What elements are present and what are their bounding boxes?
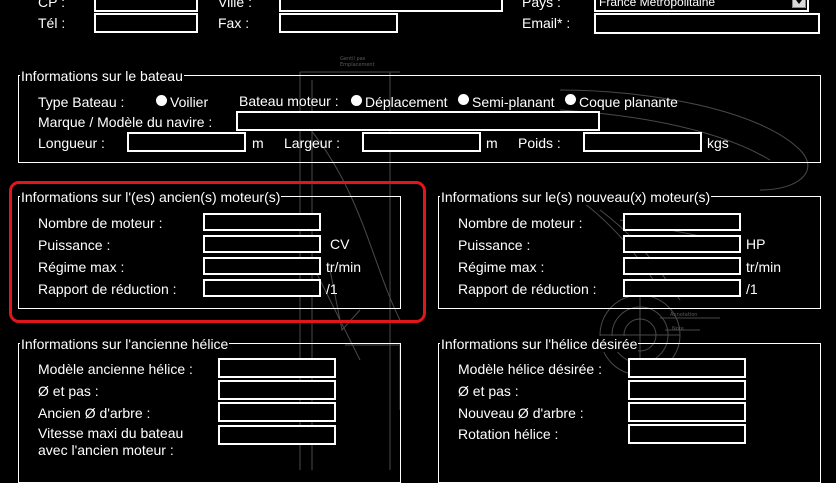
ancien-rapport-input[interactable]	[203, 279, 321, 297]
marque-label: Marque / Modèle du navire :	[38, 114, 213, 130]
ancien-regime-unit: tr/min	[326, 259, 361, 275]
tel-input[interactable]	[94, 13, 198, 33]
pays-select-value: France Métropolitaine	[599, 0, 716, 9]
fax-input[interactable]	[279, 13, 398, 33]
ancien-rapport-label: Rapport de réduction :	[38, 281, 177, 297]
pays-label: Pays :	[522, 0, 561, 10]
ancienne-helice-legend: Informations sur l'ancienne hélice	[20, 336, 230, 352]
nouveau-regime-label: Régime max :	[458, 259, 545, 275]
poids-input[interactable]	[583, 132, 702, 152]
ancien-nombre-label: Nombre de moteur :	[38, 215, 163, 231]
desiree-arbre-label: Nouveau Ø d'arbre :	[458, 405, 584, 421]
deplacement-label: Déplacement	[365, 94, 448, 110]
cp-input[interactable]	[94, 0, 198, 12]
ancienne-modele-label: Modèle ancienne hélice :	[38, 361, 193, 377]
fax-label: Fax :	[218, 15, 250, 31]
marque-input[interactable]	[236, 111, 600, 131]
nouveau-rapport-label: Rapport de réduction :	[458, 281, 597, 297]
ancienne-pas-label: Ø et pas :	[38, 383, 99, 399]
rotation-helice-label: Rotation hélice :	[458, 426, 559, 442]
vitesse-label-line2: avec l'ancien moteur :	[38, 442, 174, 458]
desiree-pas-input[interactable]	[628, 380, 746, 400]
ancien-puissance-input[interactable]	[203, 235, 321, 253]
semi-planant-label: Semi-planant	[472, 94, 555, 110]
ancienne-arbre-label: Ancien Ø d'arbre :	[38, 405, 151, 421]
ancien-rapport-unit: /1	[326, 281, 338, 297]
cp-label: CP :	[38, 0, 65, 10]
voilier-label: Voilier	[170, 94, 209, 110]
largeur-input[interactable]	[362, 132, 481, 152]
nouveau-nombre-input[interactable]	[623, 213, 741, 231]
tel-label: Tél :	[38, 15, 66, 31]
ancien-regime-input[interactable]	[203, 257, 321, 275]
largeur-label: Largeur :	[284, 135, 341, 151]
nouveau-nombre-label: Nombre de moteur :	[458, 215, 583, 231]
desiree-modele-label: Modèle hélice désirée :	[458, 361, 602, 377]
nouveau-regime-unit: tr/min	[746, 259, 781, 275]
voilier-radio[interactable]	[156, 95, 167, 106]
ville-input[interactable]	[279, 0, 503, 12]
longueur-unit: m	[252, 135, 264, 151]
vitesse-label-line1: Vitesse maxi du bateau	[38, 425, 184, 441]
ancienne-arbre-input[interactable]	[218, 402, 336, 422]
pays-select[interactable]: France Métropolitaine	[594, 0, 809, 12]
bateau-legend: Informations sur le bateau	[20, 68, 184, 84]
poids-unit: kgs	[707, 135, 729, 151]
email-input[interactable]	[594, 13, 820, 34]
chevron-down-icon[interactable]	[792, 0, 806, 8]
semi-planant-radio[interactable]	[458, 94, 469, 105]
coque-planante-label: Coque planante	[579, 94, 678, 110]
helice-desiree-legend: Informations sur l'hélice désirée	[440, 336, 639, 352]
rotation-helice-input[interactable]	[628, 424, 746, 444]
vitesse-input[interactable]	[218, 425, 336, 445]
poids-label: Poids :	[518, 135, 561, 151]
nouveau-puissance-unit: HP	[746, 236, 766, 252]
desiree-pas-label: Ø et pas :	[458, 383, 519, 399]
ancien-puissance-label: Puissance :	[38, 237, 111, 253]
deplacement-radio[interactable]	[351, 95, 362, 106]
nouveau-rapport-input[interactable]	[623, 279, 741, 297]
desiree-modele-input[interactable]	[628, 358, 746, 378]
nouveau-regime-input[interactable]	[623, 257, 741, 275]
coque-planante-radio[interactable]	[565, 94, 576, 105]
ancien-nombre-input[interactable]	[203, 213, 321, 231]
ancien-regime-label: Régime max :	[38, 259, 125, 275]
ancien-puissance-unit: CV	[330, 236, 350, 252]
svg-text:Annotation: Annotation	[670, 312, 697, 318]
nouveau-moteur-legend: Informations sur le(s) nouveau(x) moteur…	[440, 189, 712, 205]
longueur-label: Longueur :	[38, 135, 105, 151]
bateau-moteur-label: Bateau moteur :	[239, 93, 339, 109]
largeur-unit: m	[486, 135, 498, 151]
desiree-arbre-input[interactable]	[628, 402, 746, 422]
type-bateau-label: Type Bateau :	[38, 94, 125, 110]
ville-label: Ville :	[218, 0, 252, 10]
email-label: Email* :	[522, 15, 571, 31]
nouveau-puissance-input[interactable]	[623, 235, 741, 253]
svg-text:Note: Note	[672, 326, 684, 332]
ancienne-modele-input[interactable]	[218, 358, 336, 378]
nouveau-puissance-label: Puissance :	[458, 237, 531, 253]
svg-text:Emplacement: Emplacement	[340, 62, 375, 68]
nouveau-rapport-unit: /1	[746, 281, 758, 297]
ancienne-pas-input[interactable]	[218, 380, 336, 400]
longueur-input[interactable]	[127, 132, 246, 152]
